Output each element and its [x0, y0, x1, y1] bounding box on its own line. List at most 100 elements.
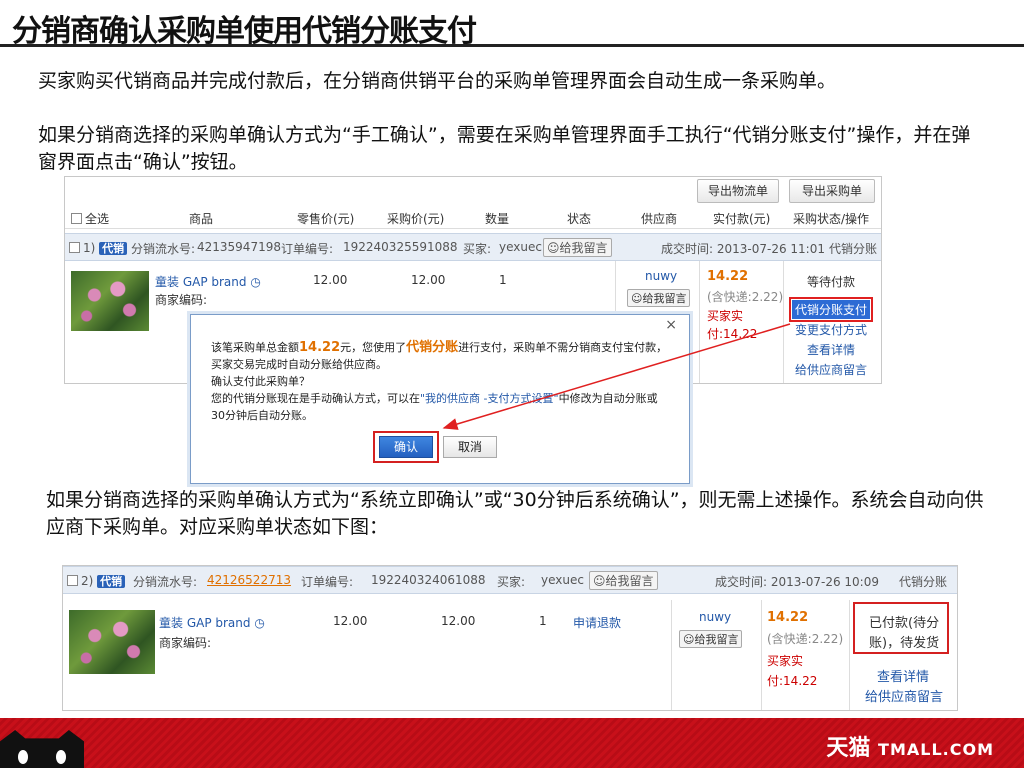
buyer-name[interactable]: yexuec — [541, 573, 584, 587]
title-divider — [0, 44, 1024, 47]
chat-icon: ☺ — [631, 292, 643, 305]
slide: 分销商确认采购单使用代销分账支付 买家购买代销商品并完成付款后，在分销商供销平台… — [0, 0, 1024, 768]
col-divider — [761, 600, 762, 710]
supplier-message-button[interactable]: ☺给我留言 — [627, 289, 691, 307]
auto-confirm-paragraph: 如果分销商选择的采购单确认方式为“系统立即确认”或“30分钟后系统确认”，则无需… — [46, 489, 984, 538]
chat-icon: ☺ — [683, 633, 695, 646]
col-divider — [699, 261, 700, 383]
intro-paragraph: 买家购买代销商品并完成付款后，在分销商供销平台的采购单管理界面会自动生成一条采购… — [38, 70, 837, 92]
order-index: 1) — [83, 241, 96, 255]
leave-message-button[interactable]: ☺给我留言 — [589, 571, 658, 590]
brand-cn: 天猫 — [826, 736, 871, 761]
dialog-question: 确认支付此采购单？ — [211, 375, 310, 388]
confirm-button[interactable]: 确认 — [379, 436, 433, 458]
view-detail-link[interactable]: 查看详情 — [807, 341, 855, 358]
col-divider — [671, 600, 672, 710]
flow-no[interactable]: 42126522713 — [207, 573, 291, 587]
dialog-amount: 14.22 — [299, 340, 341, 355]
order-index: 2) — [81, 574, 94, 588]
supplier-message-label: 给我留言 — [642, 292, 687, 305]
supplier-name[interactable]: nuwy — [645, 269, 677, 283]
buyer-label: 买家: — [463, 242, 492, 256]
cat-eye — [18, 750, 28, 764]
brand-footer: 天猫 TMALL.COM — [0, 718, 1024, 768]
col-paid: 实付款(元) — [713, 212, 771, 226]
shipping-fee: (含快递:2.22) — [707, 290, 784, 304]
supplier-name[interactable]: nuwy — [699, 610, 731, 624]
flow-no-label: 分销流水号: — [131, 242, 196, 256]
dialog-text: 该笔采购单总金额 — [211, 341, 299, 354]
order-no: 192240325591088 — [343, 240, 458, 254]
leave-message-button[interactable]: ☺给我留言 — [543, 238, 612, 257]
chat-icon: ☺ — [547, 241, 560, 255]
supplier-message-button[interactable]: ☺给我留言 — [679, 630, 743, 648]
dialog-mode: 代销分账 — [406, 340, 459, 355]
col-status: 状态 — [567, 212, 592, 226]
order-status: 等待付款 — [807, 275, 856, 289]
table-header: 全选 商品 零售价(元) 采购价(元) 数量 状态 供应商 实付款(元) 采购状… — [65, 207, 881, 229]
buyer-paid-line2: 付:14.22 — [707, 327, 758, 341]
request-refund-link[interactable]: 申请退款 — [573, 614, 621, 631]
quantity: 1 — [499, 273, 507, 287]
dialog-text: 您的代销分账现在是手动确认方式，可以在 — [211, 392, 420, 405]
clock-icon: ◷ — [250, 275, 261, 289]
col-divider — [783, 261, 784, 383]
manual-confirm-paragraph: 如果分销商选择的采购单确认方式为“手工确认”，需要在采购单管理界面手工执行“代销… — [38, 124, 971, 173]
order-checkbox[interactable] — [69, 242, 80, 253]
message-supplier-link[interactable]: 给供应商留言 — [795, 361, 867, 378]
buyer-paid-line2: 付:14.22 — [767, 674, 818, 688]
view-detail-link[interactable]: 查看详情 — [877, 666, 929, 685]
product-name[interactable]: 童装 GAP brand ◷ — [159, 614, 265, 631]
leave-message-label: 给我留言 — [605, 574, 654, 588]
quantity: 1 — [539, 614, 547, 628]
product-thumbnail[interactable] — [69, 610, 155, 674]
order-no: 192240324061088 — [371, 573, 486, 587]
product-name-text: 童装 GAP brand — [159, 616, 251, 630]
col-supplier: 供应商 — [641, 212, 678, 226]
select-all-label: 全选 — [85, 212, 110, 226]
purchase-order-panel-auto: 2) 代销 分销流水号: 42126522713 订单编号: 192240324… — [62, 565, 958, 711]
order-no-label: 订单编号: — [301, 575, 354, 589]
order-summary-bar: 2) 代销 分销流水号: 42126522713 订单编号: 192240324… — [63, 566, 957, 594]
export-logistics-button[interactable]: 导出物流单 — [697, 179, 779, 203]
select-all-checkbox[interactable] — [71, 213, 82, 224]
col-purchase-price: 采购价(元) — [387, 212, 445, 226]
buyer-name[interactable]: yexuec — [499, 240, 542, 254]
paid-amount: 14.22 — [707, 269, 749, 284]
confirm-payment-dialog: × 该笔采购单总金额14.22元，您使用了代销分账进行支付，采购单不需分销商支付… — [190, 314, 690, 484]
product-name-text: 童装 GAP brand — [155, 275, 247, 289]
deal-time: 成交时间: 2013-07-26 10:09 — [715, 575, 879, 589]
buyer-paid-line1: 买家实 — [767, 654, 804, 668]
retail-price: 12.00 — [313, 273, 348, 287]
consign-tag: 代销 — [97, 575, 126, 588]
col-product: 商品 — [189, 212, 214, 226]
product-thumbnail[interactable] — [71, 271, 149, 331]
buyer-label: 买家: — [497, 575, 526, 589]
paid-amount: 14.22 — [767, 610, 809, 625]
order-summary-bar: 1) 代销 分销流水号: 42135947198 订单编号: 192240325… — [65, 233, 881, 261]
col-quantity: 数量 — [485, 212, 510, 226]
cat-eye — [56, 750, 66, 764]
flow-no[interactable]: 42135947198 — [197, 240, 281, 254]
payment-settings-link[interactable]: "我的供应商 -支付方式设置" — [420, 392, 559, 405]
flow-no-label: 分销流水号: — [133, 575, 198, 589]
shipping-fee: (含快递:2.22) — [767, 632, 844, 646]
cancel-button[interactable]: 取消 — [443, 436, 497, 458]
leave-message-label: 给我留言 — [559, 241, 608, 255]
merchant-code-label: 商家编码: — [159, 636, 212, 650]
close-icon[interactable]: × — [665, 317, 677, 333]
product-name[interactable]: 童装 GAP brand ◷ — [155, 273, 261, 290]
export-orders-button[interactable]: 导出采购单 — [789, 179, 875, 203]
consign-split-pay-button[interactable]: 代销分账支付 — [789, 297, 874, 322]
supplier-message-label: 给我留言 — [694, 633, 739, 646]
chat-icon: ☺ — [593, 574, 606, 588]
purchase-price: 12.00 — [441, 614, 476, 628]
consign-tag: 代销 — [99, 242, 128, 255]
message-supplier-link[interactable]: 给供应商留言 — [865, 686, 943, 705]
order-checkbox[interactable] — [67, 575, 78, 586]
retail-price: 12.00 — [333, 614, 368, 628]
change-payment-link[interactable]: 变更支付方式 — [795, 321, 867, 338]
col-divider — [849, 600, 850, 710]
col-retail-price: 零售价(元) — [297, 212, 355, 226]
dialog-message: 该笔采购单总金额14.22元，您使用了代销分账进行支付，采购单不需分销商支付宝付… — [211, 339, 671, 424]
